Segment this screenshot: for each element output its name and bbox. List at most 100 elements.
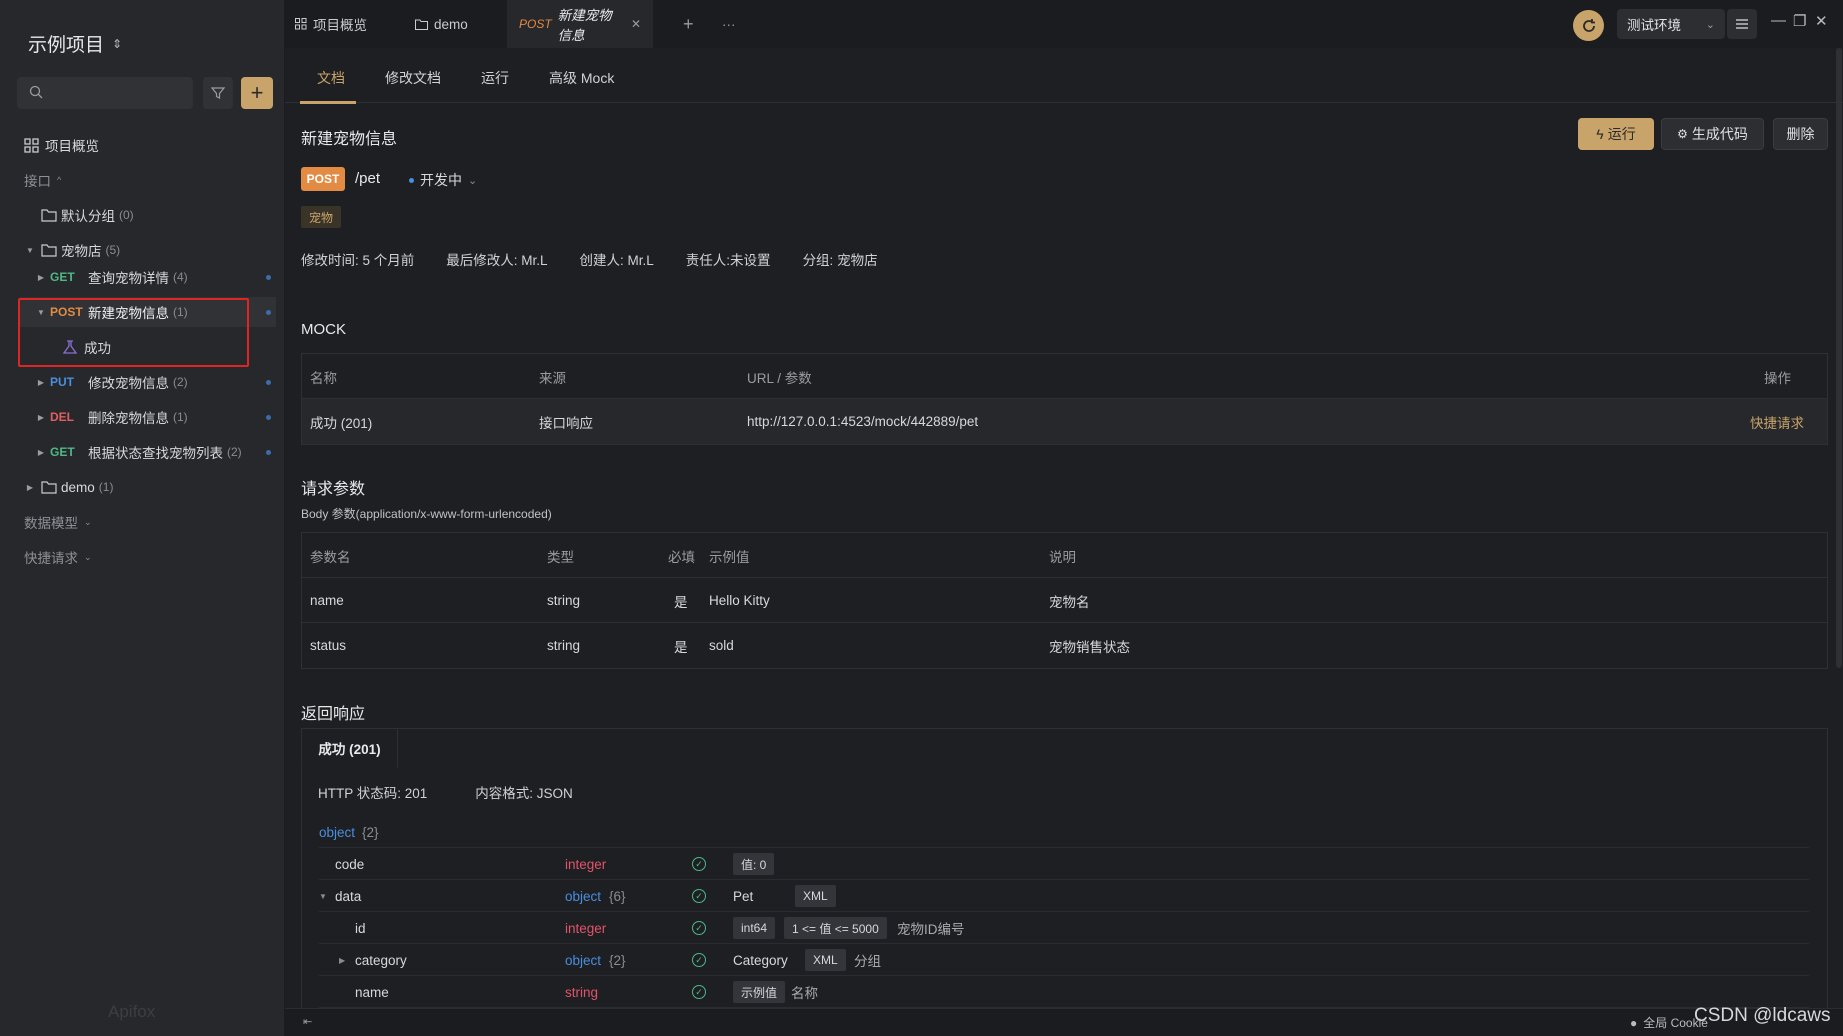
tab-method: POST bbox=[519, 17, 552, 31]
param-type: string bbox=[547, 593, 581, 608]
cookie-icon: ● bbox=[1630, 1015, 1638, 1030]
header-param-name: 参数名 bbox=[310, 549, 351, 565]
sidebar-item-post-pet[interactable]: ▼ POST 新建宠物信息 (1) bbox=[20, 297, 276, 327]
tab-label: 项目概览 bbox=[313, 18, 367, 33]
status-dot bbox=[266, 379, 271, 385]
field-desc: 名称 bbox=[791, 986, 818, 1001]
section-data-models[interactable]: 数据模型 ⌄ bbox=[24, 507, 284, 537]
filter-button[interactable] bbox=[203, 77, 233, 109]
vertical-scrollbar[interactable] bbox=[1836, 48, 1842, 668]
csdn-watermark: CSDN @ldcaws bbox=[1694, 1005, 1831, 1026]
sync-button[interactable] bbox=[1573, 10, 1604, 41]
caret-right-icon: ▶ bbox=[26, 482, 34, 492]
params-heading: 请求参数 bbox=[301, 481, 366, 498]
more-tabs-button[interactable]: ··· bbox=[722, 0, 736, 48]
sidebar-item-find-by-status[interactable]: ▶ GET 根据状态查找宠物列表 (2) bbox=[36, 437, 276, 467]
add-button[interactable]: + bbox=[241, 77, 273, 109]
tab-overview[interactable]: 项目概览 bbox=[295, 0, 367, 48]
sidebar-item-success-case[interactable]: 成功 bbox=[62, 332, 252, 362]
folder-default-group[interactable]: 默认分组 (0) bbox=[41, 200, 284, 230]
table-row: 成功 (201) 接口响应 http://127.0.0.1:4523/mock… bbox=[302, 399, 1827, 444]
folder-pet-store[interactable]: ▼ 宠物店 (5) bbox=[25, 235, 284, 265]
tag-badge: 宠物 bbox=[301, 206, 342, 228]
case-label: 成功 bbox=[84, 341, 111, 356]
mock-name: 成功 (201) bbox=[310, 415, 373, 431]
lightning-icon: ϟ bbox=[1596, 126, 1604, 142]
method-label: PUT bbox=[50, 375, 74, 389]
section-label: 接口 bbox=[24, 174, 51, 189]
new-tab-button[interactable]: + bbox=[683, 0, 694, 48]
meta-owner: 责任人:未设置 bbox=[685, 253, 771, 268]
http-status: HTTP 状态码: 201 bbox=[318, 786, 428, 801]
section-api[interactable]: 接口 ^ bbox=[24, 165, 284, 195]
tab-post-pet[interactable]: POST 新建宠物信息 ✕ bbox=[507, 0, 653, 48]
sidebar-item-put-pet[interactable]: ▶ PUT 修改宠物信息 (2) bbox=[36, 367, 276, 397]
folder-label: 宠物店 bbox=[61, 244, 102, 259]
caret-down-icon[interactable]: ▼ bbox=[319, 880, 327, 912]
required-check-icon: ✓ bbox=[692, 921, 706, 935]
panel-toggle-icon[interactable]: ⇤ bbox=[303, 1015, 312, 1028]
sidebar-item-overview[interactable]: 项目概览 bbox=[24, 130, 284, 160]
quick-request-link[interactable]: 快捷请求 bbox=[1750, 399, 1804, 444]
method-label: GET bbox=[50, 445, 75, 459]
run-button[interactable]: ϟ 运行 bbox=[1578, 118, 1654, 150]
delete-button[interactable]: 删除 bbox=[1773, 118, 1828, 150]
field-name: code bbox=[335, 856, 365, 872]
generate-code-button[interactable]: ⚙ 生成代码 bbox=[1661, 118, 1764, 150]
field-name: id bbox=[355, 920, 366, 936]
schema-count: {2} bbox=[362, 824, 379, 840]
sub-tab-bar: 文档 修改文档 运行 高级 Mock bbox=[285, 48, 1843, 104]
tab-doc[interactable]: 文档 bbox=[317, 68, 345, 88]
tab-response-201[interactable]: 成功 (201) bbox=[301, 728, 398, 768]
project-switcher[interactable]: 示例项目 ⇕ bbox=[28, 30, 122, 57]
caret-right-icon: ▶ bbox=[37, 377, 45, 387]
caret-right-icon: ▶ bbox=[37, 272, 45, 282]
status-dot bbox=[266, 274, 271, 280]
item-count: (1) bbox=[173, 305, 188, 319]
environment-select[interactable]: 测试环境 ⌄ bbox=[1617, 9, 1725, 39]
required-check-icon: ✓ bbox=[692, 985, 706, 999]
tab-label: demo bbox=[434, 16, 468, 32]
folder-icon bbox=[41, 209, 57, 222]
plus-icon: + bbox=[250, 80, 264, 105]
sidebar-item-del-pet[interactable]: ▶ DEL 删除宠物信息 (1) bbox=[36, 402, 276, 432]
mock-source: 接口响应 bbox=[539, 415, 593, 431]
mock-url[interactable]: http://127.0.0.1:4523/mock/442889/pet bbox=[747, 399, 978, 444]
tab-advanced-mock[interactable]: 高级 Mock bbox=[549, 68, 614, 88]
chevron-down-icon: ⌄ bbox=[468, 174, 478, 187]
restore-button[interactable]: ❐ bbox=[1793, 12, 1806, 30]
caret-right-icon[interactable]: ▶ bbox=[339, 944, 345, 976]
grid-icon bbox=[295, 18, 307, 30]
required-check-icon: ✓ bbox=[692, 889, 706, 903]
environment-menu-button[interactable] bbox=[1727, 9, 1757, 39]
project-title: 示例项目 bbox=[28, 35, 105, 56]
close-icon[interactable]: ✕ bbox=[631, 17, 641, 31]
search-input[interactable] bbox=[17, 77, 193, 109]
param-required: 是 bbox=[674, 594, 688, 610]
item-count: (1) bbox=[173, 410, 188, 424]
tab-edit-doc[interactable]: 修改文档 bbox=[385, 68, 441, 88]
schema-row-id: id integer ✓ int64 1 <= 值 <= 5000 宠物ID编号 bbox=[319, 912, 1809, 944]
minimize-button[interactable]: — bbox=[1771, 12, 1786, 29]
caret-down-icon: ▼ bbox=[26, 245, 34, 255]
tab-demo[interactable]: demo bbox=[415, 0, 468, 48]
field-type: integer bbox=[565, 920, 607, 936]
folder-open-icon bbox=[41, 244, 57, 257]
method-label: DEL bbox=[50, 410, 74, 424]
plus-icon: + bbox=[683, 13, 694, 34]
sidebar-item-get-pet[interactable]: ▶ GET 查询宠物详情 (4) bbox=[36, 262, 276, 292]
sidebar-item-label: 修改宠物信息 bbox=[88, 376, 169, 391]
folder-demo[interactable]: ▶ demo (1) bbox=[25, 472, 284, 502]
schema-row-category: ▶ category object {2} ✓ Category XML 分组 bbox=[319, 944, 1809, 976]
field-desc: 宠物ID编号 bbox=[897, 922, 965, 937]
filter-icon bbox=[211, 87, 225, 99]
sidebar-item-label: 项目概览 bbox=[45, 139, 99, 154]
status-select[interactable]: 开发中 ⌄ bbox=[409, 170, 477, 190]
required-check-icon: ✓ bbox=[692, 953, 706, 967]
field-desc: 分组 bbox=[854, 954, 881, 969]
environment-label: 测试环境 bbox=[1627, 18, 1681, 33]
tab-run[interactable]: 运行 bbox=[481, 68, 509, 88]
close-window-button[interactable]: ✕ bbox=[1815, 12, 1828, 30]
xml-pill: XML bbox=[805, 949, 846, 971]
section-quick-requests[interactable]: 快捷请求 ⌄ bbox=[24, 542, 284, 572]
